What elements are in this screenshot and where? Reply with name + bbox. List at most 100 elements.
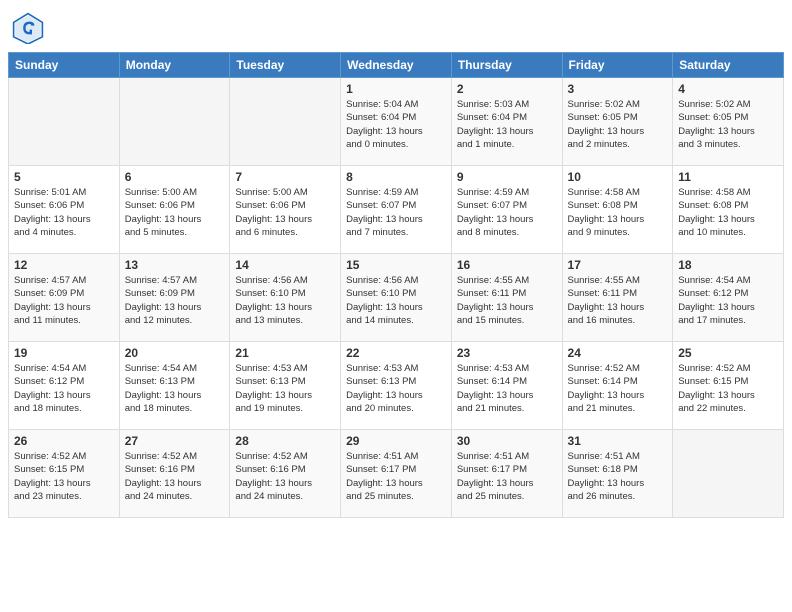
day-header-wednesday: Wednesday [341, 53, 452, 78]
day-number: 24 [568, 346, 668, 360]
day-number: 30 [457, 434, 557, 448]
calendar-cell: 1 Sunrise: 5:04 AM Sunset: 6:04 PM Daylig… [341, 78, 452, 166]
day-info: Sunrise: 4:53 AM Sunset: 6:13 PM Dayligh… [346, 362, 446, 415]
day-info: Sunrise: 4:52 AM Sunset: 6:15 PM Dayligh… [678, 362, 778, 415]
day-number: 31 [568, 434, 668, 448]
calendar-cell: 27Sunrise: 4:52 AM Sunset: 6:16 PM Dayli… [119, 430, 230, 518]
day-header-tuesday: Tuesday [230, 53, 341, 78]
day-number: 13 [125, 258, 225, 272]
calendar-cell: 30 Sunrise: 4:51 AM Sunset: 6:17 PM Dayli… [451, 430, 562, 518]
calendar-cell: 29 Sunrise: 4:51 AM Sunset: 6:17 PM Dayli… [341, 430, 452, 518]
day-number: 29 [346, 434, 446, 448]
week-row-5: 26 Sunrise: 4:52 AM Sunset: 6:15 PM Dayli… [9, 430, 784, 518]
calendar-cell: 18 Sunrise: 4:54 AM Sunset: 6:12 PM Dayli… [673, 254, 784, 342]
day-number: 11 [678, 170, 778, 184]
calendar-cell: 6 Sunrise: 5:00 AM Sunset: 6:06 PM Daylig… [119, 166, 230, 254]
calendar-cell: 9 Sunrise: 4:59 AM Sunset: 6:07 PM Daylig… [451, 166, 562, 254]
day-info: Sunrise: 5:03 AM Sunset: 6:04 PM Dayligh… [457, 98, 557, 151]
day-info: Sunrise: 4:54 AM Sunset: 6:13 PM Dayligh… [125, 362, 225, 415]
calendar-cell: 8 Sunrise: 4:59 AM Sunset: 6:07 PM Daylig… [341, 166, 452, 254]
day-number: 25 [678, 346, 778, 360]
day-info: Sunrise: 5:02 AM Sunset: 6:05 PM Dayligh… [568, 98, 668, 151]
calendar-table: SundayMondayTuesdayWednesdayThursdayFrid… [8, 52, 784, 518]
day-number: 12 [14, 258, 114, 272]
calendar-cell: 16 Sunrise: 4:55 AM Sunset: 6:11 PM Dayli… [451, 254, 562, 342]
calendar-cell: 4 Sunrise: 5:02 AM Sunset: 6:05 PM Daylig… [673, 78, 784, 166]
day-info: Sunrise: 4:54 AM Sunset: 6:12 PM Dayligh… [678, 274, 778, 327]
day-info: Sunrise: 5:00 AM Sunset: 6:06 PM Dayligh… [125, 186, 225, 239]
day-info: Sunrise: 4:54 AM Sunset: 6:12 PM Dayligh… [14, 362, 114, 415]
day-info: Sunrise: 5:02 AM Sunset: 6:05 PM Dayligh… [678, 98, 778, 151]
calendar-cell: 11 Sunrise: 4:58 AM Sunset: 6:08 PM Dayli… [673, 166, 784, 254]
day-info: Sunrise: 4:51 AM Sunset: 6:17 PM Dayligh… [457, 450, 557, 503]
calendar-cell: 12 Sunrise: 4:57 AM Sunset: 6:09 PM Dayli… [9, 254, 120, 342]
calendar-cell: 7Sunrise: 5:00 AM Sunset: 6:06 PM Daylig… [230, 166, 341, 254]
calendar-cell: 24 Sunrise: 4:52 AM Sunset: 6:14 PM Dayli… [562, 342, 673, 430]
header-row: SundayMondayTuesdayWednesdayThursdayFrid… [9, 53, 784, 78]
day-info: Sunrise: 4:52 AM Sunset: 6:15 PM Dayligh… [14, 450, 114, 503]
calendar-cell: 17 Sunrise: 4:55 AM Sunset: 6:11 PM Dayli… [562, 254, 673, 342]
day-number: 5 [14, 170, 114, 184]
day-info: Sunrise: 4:53 AM Sunset: 6:14 PM Dayligh… [457, 362, 557, 415]
day-number: 16 [457, 258, 557, 272]
week-row-3: 12 Sunrise: 4:57 AM Sunset: 6:09 PM Dayli… [9, 254, 784, 342]
day-info: Sunrise: 4:55 AM Sunset: 6:11 PM Dayligh… [457, 274, 557, 327]
day-number: 22 [346, 346, 446, 360]
calendar-cell: 5 Sunrise: 5:01 AM Sunset: 6:06 PM Daylig… [9, 166, 120, 254]
day-number: 17 [568, 258, 668, 272]
page-header [0, 0, 792, 52]
calendar-cell [673, 430, 784, 518]
day-number: 9 [457, 170, 557, 184]
day-info: Sunrise: 4:57 AM Sunset: 6:09 PM Dayligh… [125, 274, 225, 327]
day-info: Sunrise: 4:59 AM Sunset: 6:07 PM Dayligh… [457, 186, 557, 239]
day-number: 26 [14, 434, 114, 448]
day-number: 28 [235, 434, 335, 448]
week-row-4: 19 Sunrise: 4:54 AM Sunset: 6:12 PM Dayli… [9, 342, 784, 430]
day-info: Sunrise: 4:52 AM Sunset: 6:16 PM Dayligh… [235, 450, 335, 503]
day-number: 20 [125, 346, 225, 360]
day-number: 4 [678, 82, 778, 96]
calendar-cell: 22 Sunrise: 4:53 AM Sunset: 6:13 PM Dayli… [341, 342, 452, 430]
logo-icon [12, 12, 44, 44]
day-info: Sunrise: 4:59 AM Sunset: 6:07 PM Dayligh… [346, 186, 446, 239]
day-number: 8 [346, 170, 446, 184]
day-number: 2 [457, 82, 557, 96]
calendar-cell [230, 78, 341, 166]
calendar-cell: 31 Sunrise: 4:51 AM Sunset: 6:18 PM Dayli… [562, 430, 673, 518]
day-info: Sunrise: 4:56 AM Sunset: 6:10 PM Dayligh… [235, 274, 335, 327]
calendar-cell: 13 Sunrise: 4:57 AM Sunset: 6:09 PM Dayli… [119, 254, 230, 342]
calendar-cell: 23Sunrise: 4:53 AM Sunset: 6:14 PM Dayli… [451, 342, 562, 430]
day-number: 15 [346, 258, 446, 272]
day-header-friday: Friday [562, 53, 673, 78]
day-info: Sunrise: 4:52 AM Sunset: 6:14 PM Dayligh… [568, 362, 668, 415]
day-info: Sunrise: 5:01 AM Sunset: 6:06 PM Dayligh… [14, 186, 114, 239]
day-header-sunday: Sunday [9, 53, 120, 78]
day-info: Sunrise: 4:55 AM Sunset: 6:11 PM Dayligh… [568, 274, 668, 327]
day-header-thursday: Thursday [451, 53, 562, 78]
day-header-saturday: Saturday [673, 53, 784, 78]
calendar-cell: 15Sunrise: 4:56 AM Sunset: 6:10 PM Dayli… [341, 254, 452, 342]
calendar-cell: 21 Sunrise: 4:53 AM Sunset: 6:13 PM Dayli… [230, 342, 341, 430]
day-number: 1 [346, 82, 446, 96]
calendar-cell: 26 Sunrise: 4:52 AM Sunset: 6:15 PM Dayli… [9, 430, 120, 518]
day-number: 14 [235, 258, 335, 272]
week-row-1: 1 Sunrise: 5:04 AM Sunset: 6:04 PM Daylig… [9, 78, 784, 166]
calendar-cell: 19 Sunrise: 4:54 AM Sunset: 6:12 PM Dayli… [9, 342, 120, 430]
day-number: 21 [235, 346, 335, 360]
calendar-cell: 14 Sunrise: 4:56 AM Sunset: 6:10 PM Dayli… [230, 254, 341, 342]
day-info: Sunrise: 5:04 AM Sunset: 6:04 PM Dayligh… [346, 98, 446, 151]
calendar-container: SundayMondayTuesdayWednesdayThursdayFrid… [0, 52, 792, 518]
day-number: 7 [235, 170, 335, 184]
day-info: Sunrise: 4:51 AM Sunset: 6:17 PM Dayligh… [346, 450, 446, 503]
day-number: 18 [678, 258, 778, 272]
day-info: Sunrise: 4:53 AM Sunset: 6:13 PM Dayligh… [235, 362, 335, 415]
day-info: Sunrise: 4:51 AM Sunset: 6:18 PM Dayligh… [568, 450, 668, 503]
calendar-cell: 2 Sunrise: 5:03 AM Sunset: 6:04 PM Daylig… [451, 78, 562, 166]
day-number: 19 [14, 346, 114, 360]
week-row-2: 5 Sunrise: 5:01 AM Sunset: 6:06 PM Daylig… [9, 166, 784, 254]
day-info: Sunrise: 4:57 AM Sunset: 6:09 PM Dayligh… [14, 274, 114, 327]
day-info: Sunrise: 4:58 AM Sunset: 6:08 PM Dayligh… [568, 186, 668, 239]
day-info: Sunrise: 4:58 AM Sunset: 6:08 PM Dayligh… [678, 186, 778, 239]
calendar-cell: 10Sunrise: 4:58 AM Sunset: 6:08 PM Dayli… [562, 166, 673, 254]
day-number: 6 [125, 170, 225, 184]
